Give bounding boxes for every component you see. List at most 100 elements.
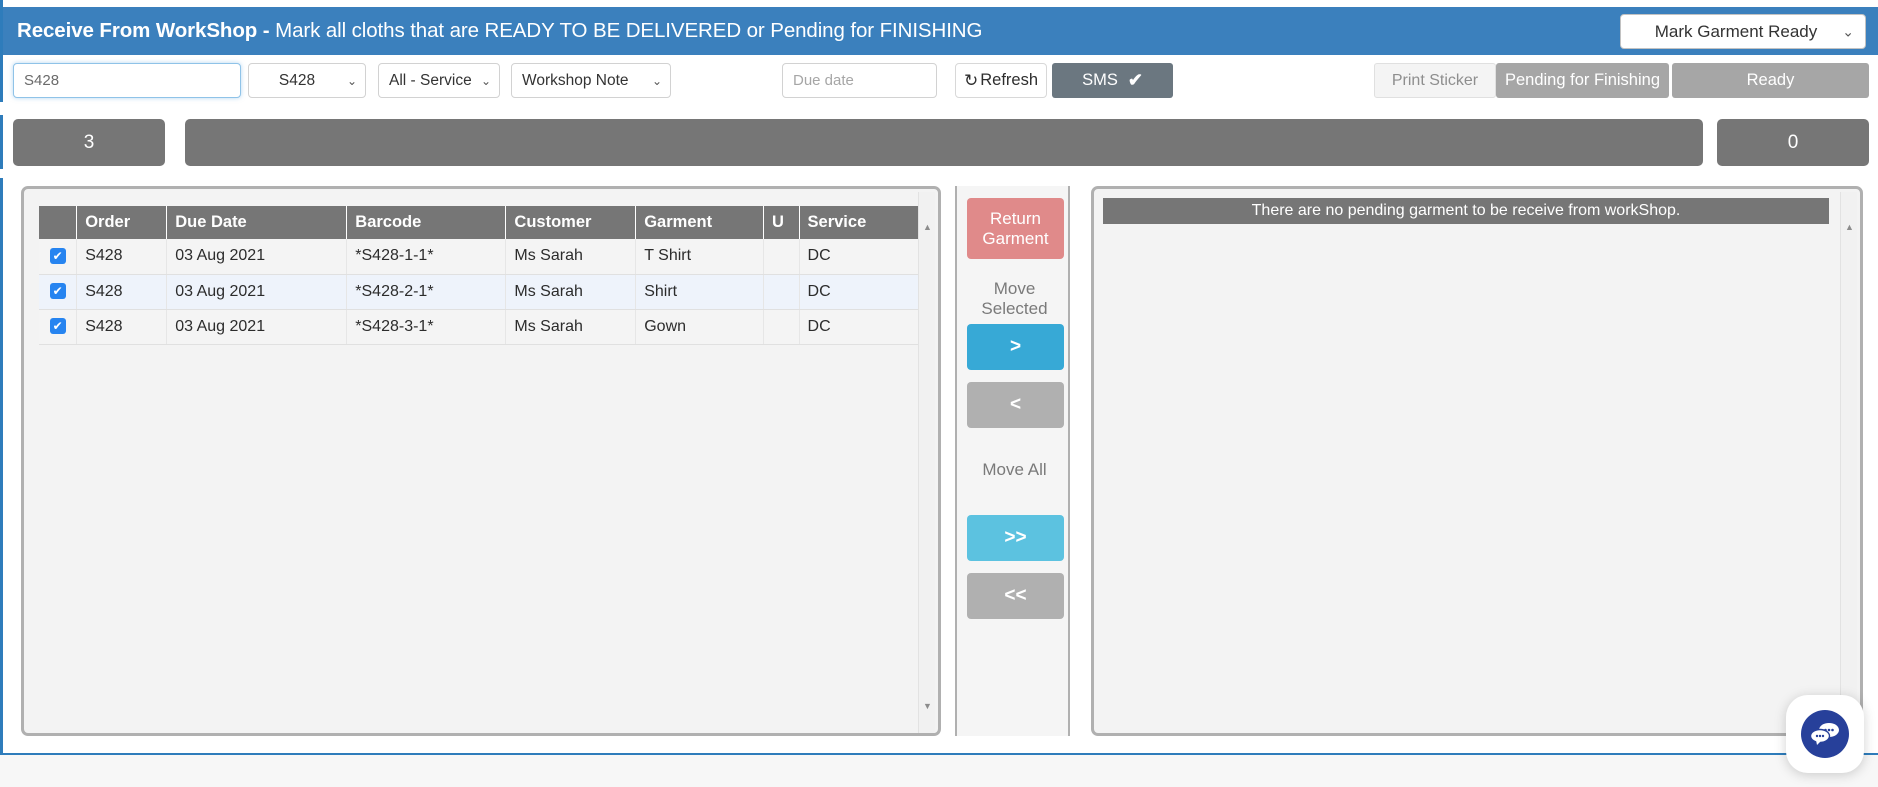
print-sticker-button[interactable]: Print Sticker: [1374, 63, 1496, 98]
cell-barcode: *S428-3-1*: [346, 309, 507, 345]
cell-customer: Ms Sarah: [505, 239, 637, 275]
refresh-button-label: Refresh: [980, 71, 1039, 89]
col-header-garment[interactable]: Garment: [635, 206, 764, 239]
print-sticker-label: Print Sticker: [1391, 71, 1479, 89]
grid-scrollbar[interactable]: ▲ ▼: [918, 192, 936, 733]
page-footer-background: [0, 755, 1878, 787]
cell-service: DC: [799, 239, 922, 275]
row-checkbox[interactable]: ✔: [49, 318, 66, 335]
col-header-u[interactable]: U: [763, 206, 800, 239]
cell-garment: Shirt: [635, 274, 764, 310]
counter-row: 3 0: [0, 115, 1878, 169]
order-select-value: S428: [278, 71, 316, 89]
service-select[interactable]: All - Service ⌄: [378, 63, 500, 98]
pending-for-finishing-button[interactable]: Pending for Finishing: [1496, 63, 1669, 98]
cell-customer: Ms Sarah: [505, 309, 637, 345]
sms-toggle-button[interactable]: SMS ✔: [1052, 63, 1173, 98]
chat-widget-button[interactable]: [1786, 695, 1864, 773]
cell-due-date: 03 Aug 2021: [166, 309, 348, 345]
table-row[interactable]: ✔ S428 03 Aug 2021 *S428-2-1* Ms Sarah S…: [39, 274, 922, 310]
page-header: Receive From WorkShop - Mark all cloths …: [0, 7, 1878, 55]
search-input[interactable]: [13, 63, 241, 98]
row-checkbox-cell[interactable]: ✔: [39, 239, 78, 275]
table-header-row: Order Due Date Barcode Customer Garment …: [39, 206, 922, 239]
garment-table: Order Due Date Barcode Customer Garment …: [39, 206, 922, 345]
refresh-button[interactable]: ↺ Refresh: [955, 63, 1047, 98]
cell-garment: T Shirt: [635, 239, 764, 275]
row-checkbox[interactable]: ✔: [49, 283, 66, 300]
garment-grid-panel: Order Due Date Barcode Customer Garment …: [21, 186, 941, 736]
pending-garments-panel: There are no pending garment to be recei…: [1091, 186, 1863, 736]
return-garment-line2: Garment: [982, 228, 1049, 248]
col-header-barcode[interactable]: Barcode: [346, 206, 507, 239]
cell-barcode: *S428-1-1*: [346, 239, 507, 275]
refresh-icon: ↺: [963, 70, 979, 90]
move-selected-right-button[interactable]: >: [967, 324, 1064, 370]
due-date-input[interactable]: Due date: [782, 63, 937, 98]
col-header-service[interactable]: Service: [799, 206, 922, 239]
return-garment-button[interactable]: Return Garment: [967, 198, 1064, 259]
cell-garment: Gown: [635, 309, 764, 345]
transfer-panel: Return Garment Move Selected > < Move Al…: [955, 186, 1070, 736]
scroll-up-icon[interactable]: ▲: [919, 218, 936, 235]
cell-due-date: 03 Aug 2021: [166, 239, 348, 275]
check-icon: ✔: [1127, 70, 1143, 90]
cell-u: [763, 239, 800, 275]
col-header-select[interactable]: [39, 206, 78, 239]
table-row[interactable]: ✔ S428 03 Aug 2021 *S428-1-1* Ms Sarah T…: [39, 239, 922, 275]
move-all-label: Move All: [982, 460, 1047, 479]
selected-count-badge: 3: [13, 119, 165, 166]
move-all-right-button[interactable]: >>: [967, 515, 1064, 561]
ready-button-label: Ready: [1746, 71, 1795, 89]
col-header-due-date[interactable]: Due Date: [166, 206, 348, 239]
pending-for-finishing-label: Pending for Finishing: [1504, 71, 1660, 89]
ready-button[interactable]: Ready: [1672, 63, 1869, 98]
move-selected-left-button[interactable]: <: [967, 382, 1064, 428]
main-content: Order Due Date Barcode Customer Garment …: [0, 178, 1878, 748]
move-selected-label: Move Selected: [957, 279, 1072, 320]
top-strip: [0, 0, 1878, 7]
table-row[interactable]: ✔ S428 03 Aug 2021 *S428-3-1* Ms Sarah G…: [39, 309, 922, 345]
action-mode-select-value: Mark Garment Ready: [1654, 21, 1818, 41]
col-header-customer[interactable]: Customer: [505, 206, 637, 239]
cell-due-date: 03 Aug 2021: [166, 274, 348, 310]
scroll-up-icon[interactable]: ▲: [1841, 218, 1858, 235]
workshop-note-select[interactable]: Workshop Note ⌄: [511, 63, 671, 98]
return-garment-line1: Return: [989, 208, 1041, 228]
move-selected-line1: Move: [993, 279, 1036, 298]
scroll-down-icon[interactable]: ▼: [919, 697, 936, 714]
chevron-down-icon: ⌄: [480, 73, 491, 88]
service-select-value: All - Service: [389, 71, 472, 89]
cell-order: S428: [76, 239, 168, 275]
due-date-placeholder: Due date: [793, 72, 854, 89]
cell-u: [763, 274, 800, 310]
chevron-down-icon: ⌄: [1842, 23, 1854, 39]
empty-state-message: There are no pending garment to be recei…: [1103, 198, 1829, 224]
move-selected-line2: Selected: [981, 299, 1048, 319]
chat-bubbles-svg: [1810, 723, 1839, 745]
action-mode-select[interactable]: Mark Garment Ready ⌄: [1620, 14, 1866, 49]
row-checkbox[interactable]: ✔: [49, 248, 66, 265]
cell-order: S428: [76, 274, 168, 310]
cell-customer: Ms Sarah: [505, 274, 637, 310]
page-title: Receive From WorkShop - Mark all cloths …: [17, 19, 982, 43]
move-all-left-button[interactable]: <<: [967, 573, 1064, 619]
col-header-order[interactable]: Order: [76, 206, 168, 239]
page-title-bold: Receive From WorkShop -: [17, 19, 270, 42]
workshop-note-select-value: Workshop Note: [522, 71, 629, 89]
pending-scrollbar[interactable]: ▲: [1840, 192, 1858, 733]
chat-bubbles-icon: [1801, 710, 1849, 758]
sms-button-label: SMS: [1082, 71, 1118, 89]
cell-service: DC: [799, 309, 922, 345]
cell-order: S428: [76, 309, 168, 345]
chevron-down-icon: ⌄: [651, 73, 662, 88]
row-checkbox-cell[interactable]: ✔: [39, 274, 78, 310]
pending-count-badge: 0: [1717, 119, 1869, 166]
cell-barcode: *S428-2-1*: [346, 274, 507, 310]
row-checkbox-cell[interactable]: ✔: [39, 309, 78, 345]
cell-u: [763, 309, 800, 345]
order-select[interactable]: S428 ⌄: [248, 63, 366, 98]
filter-toolbar: S428 ⌄ All - Service ⌄ Workshop Note ⌄ D…: [0, 55, 1878, 102]
app-root: Receive From WorkShop - Mark all cloths …: [0, 0, 1878, 787]
page-title-subtitle: Mark all cloths that are READY TO BE DEL…: [269, 19, 983, 42]
